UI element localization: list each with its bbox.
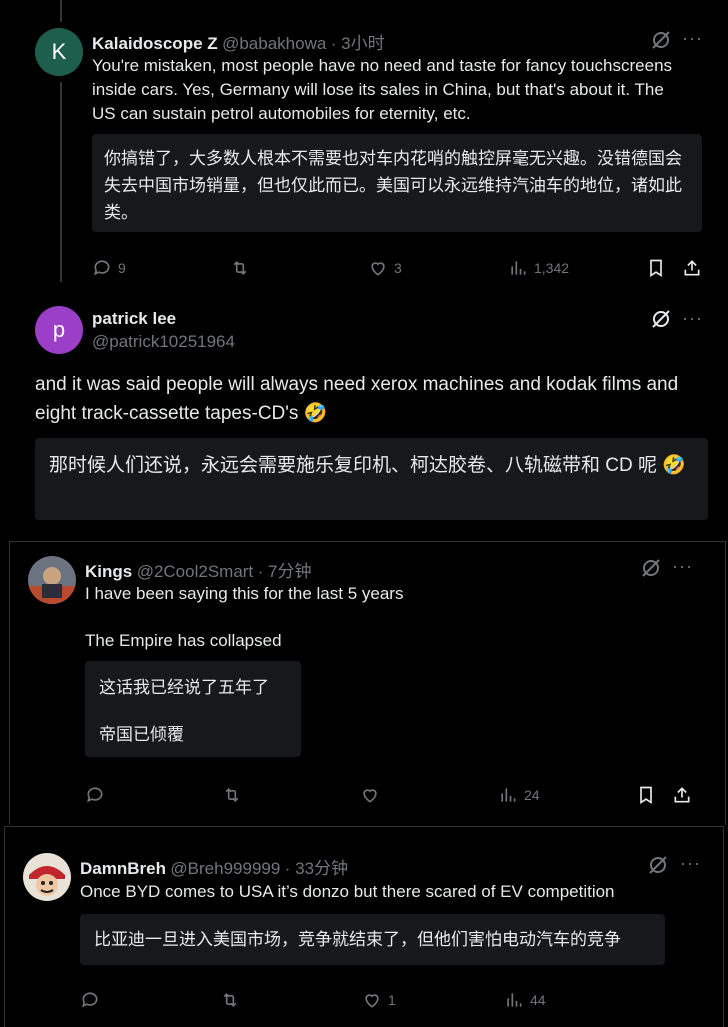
user-handle[interactable]: @patrick10251964 bbox=[92, 332, 235, 352]
reply-icon bbox=[87, 787, 103, 803]
avatar[interactable] bbox=[28, 556, 76, 604]
view-count: 44 bbox=[530, 992, 546, 1008]
translation-line: 帝国已倾覆 bbox=[99, 725, 184, 744]
timestamp[interactable]: · 7分钟 bbox=[258, 562, 312, 581]
tweet-text: and it was said people will always need … bbox=[35, 374, 679, 424]
views-icon bbox=[507, 993, 522, 1007]
display-name[interactable]: patrick lee bbox=[92, 309, 176, 329]
views-button[interactable]: 1,342 bbox=[508, 258, 569, 278]
user-handle[interactable]: @babakhowa bbox=[222, 34, 326, 53]
grok-icon[interactable] bbox=[640, 557, 662, 584]
more-icon[interactable]: ··· bbox=[682, 28, 703, 49]
tweet-text-line: The Empire has collapsed bbox=[85, 631, 282, 650]
reply-button[interactable]: 9 bbox=[92, 258, 126, 278]
heart-icon bbox=[363, 789, 377, 803]
user-handle[interactable]: @2Cool2Smart bbox=[137, 562, 253, 581]
views-button[interactable]: 44 bbox=[504, 990, 546, 1010]
translation-text: 那时候人们还说，永远会需要施乐复印机、柯达胶卷、八轨磁带和 CD 呢 🤣 bbox=[49, 455, 686, 476]
bookmark-button[interactable] bbox=[636, 785, 656, 805]
avatar-letter: K bbox=[51, 39, 67, 64]
translation-box: 比亚迪一旦进入美国市场，竞争就结束了，但他们害怕电动汽车的竞争 bbox=[80, 914, 665, 965]
like-button[interactable]: 3 bbox=[368, 258, 402, 278]
reply-icon bbox=[94, 260, 110, 276]
more-icon[interactable]: ··· bbox=[682, 308, 703, 329]
translation-text: 你搞错了，大多数人根本不需要也对车内花哨的触控屏毫无兴趣。没错德国会失去中国市场… bbox=[104, 149, 682, 222]
share-button[interactable] bbox=[672, 785, 692, 805]
tweet-text: You're mistaken, most people have no nee… bbox=[92, 56, 673, 123]
bookmark-icon bbox=[650, 259, 662, 278]
timestamp[interactable]: · 33分钟 bbox=[285, 859, 348, 878]
view-count: 1,342 bbox=[534, 260, 570, 276]
views-button[interactable]: 24 bbox=[498, 785, 540, 805]
retweet-button[interactable] bbox=[220, 990, 240, 1010]
reply-icon bbox=[82, 992, 98, 1008]
reply-count: 9 bbox=[118, 260, 126, 276]
share-icon bbox=[674, 787, 690, 803]
bookmark-button[interactable] bbox=[646, 258, 666, 278]
heart-icon bbox=[371, 262, 385, 276]
view-count: 24 bbox=[524, 787, 540, 803]
translation-text: 比亚迪一旦进入美国市场，竞争就结束了，但他们害怕电动汽车的竞争 bbox=[94, 930, 621, 949]
tweet-header: Kalaidoscope Z @babakhowa · 3小时 bbox=[92, 29, 385, 54]
avatar[interactable]: K bbox=[35, 28, 83, 76]
reply-button[interactable] bbox=[85, 785, 105, 805]
translation-box: 这话我已经说了五年了 帝国已倾覆 bbox=[85, 661, 301, 757]
display-name[interactable]: Kalaidoscope Z bbox=[92, 34, 218, 53]
retweet-button[interactable] bbox=[222, 785, 242, 805]
more-icon[interactable]: ··· bbox=[672, 556, 693, 577]
avatar-letter: p bbox=[52, 317, 66, 342]
bookmark-icon bbox=[640, 786, 652, 805]
grok-icon[interactable] bbox=[650, 29, 672, 56]
display-name[interactable]: Kings bbox=[85, 562, 132, 581]
like-count: 1 bbox=[388, 992, 396, 1008]
grok-icon[interactable] bbox=[647, 854, 669, 881]
retweet-icon bbox=[223, 992, 237, 1008]
avatar[interactable]: p bbox=[35, 306, 83, 354]
heart-icon bbox=[365, 994, 379, 1008]
avatar[interactable] bbox=[23, 853, 71, 901]
thread-line bbox=[60, 0, 62, 22]
translation-box: 那时候人们还说，永远会需要施乐复印机、柯达胶卷、八轨磁带和 CD 呢 🤣 bbox=[35, 438, 708, 520]
like-button[interactable] bbox=[360, 785, 380, 805]
reply-button[interactable] bbox=[80, 990, 100, 1010]
thread-line bbox=[60, 82, 62, 282]
retweet-button[interactable] bbox=[230, 258, 250, 278]
tweet-text: Once BYD comes to USA it’s donzo but the… bbox=[80, 882, 615, 901]
translation-line: 这话我已经说了五年了 bbox=[99, 678, 269, 697]
user-handle[interactable]: @Breh999999 bbox=[170, 859, 280, 878]
share-button[interactable] bbox=[682, 258, 702, 278]
tweet-header: DamnBreh @Breh999999 · 33分钟 bbox=[80, 854, 348, 879]
like-count: 3 bbox=[394, 260, 402, 276]
more-icon[interactable]: ··· bbox=[680, 853, 701, 874]
tweet-header: Kings @2Cool2Smart · 7分钟 bbox=[85, 557, 311, 582]
share-icon bbox=[684, 260, 700, 276]
views-icon bbox=[511, 261, 526, 275]
grok-icon[interactable] bbox=[650, 308, 672, 335]
display-name[interactable]: DamnBreh bbox=[80, 859, 166, 878]
timestamp[interactable]: · 3小时 bbox=[331, 34, 385, 53]
retweet-icon bbox=[225, 787, 239, 803]
views-icon bbox=[501, 788, 516, 802]
translation-box: 你搞错了，大多数人根本不需要也对车内花哨的触控屏毫无兴趣。没错德国会失去中国市场… bbox=[92, 134, 702, 232]
like-button[interactable]: 1 bbox=[362, 990, 396, 1010]
tweet-text-line: I have been saying this for the last 5 y… bbox=[85, 584, 404, 603]
retweet-icon bbox=[233, 260, 247, 276]
